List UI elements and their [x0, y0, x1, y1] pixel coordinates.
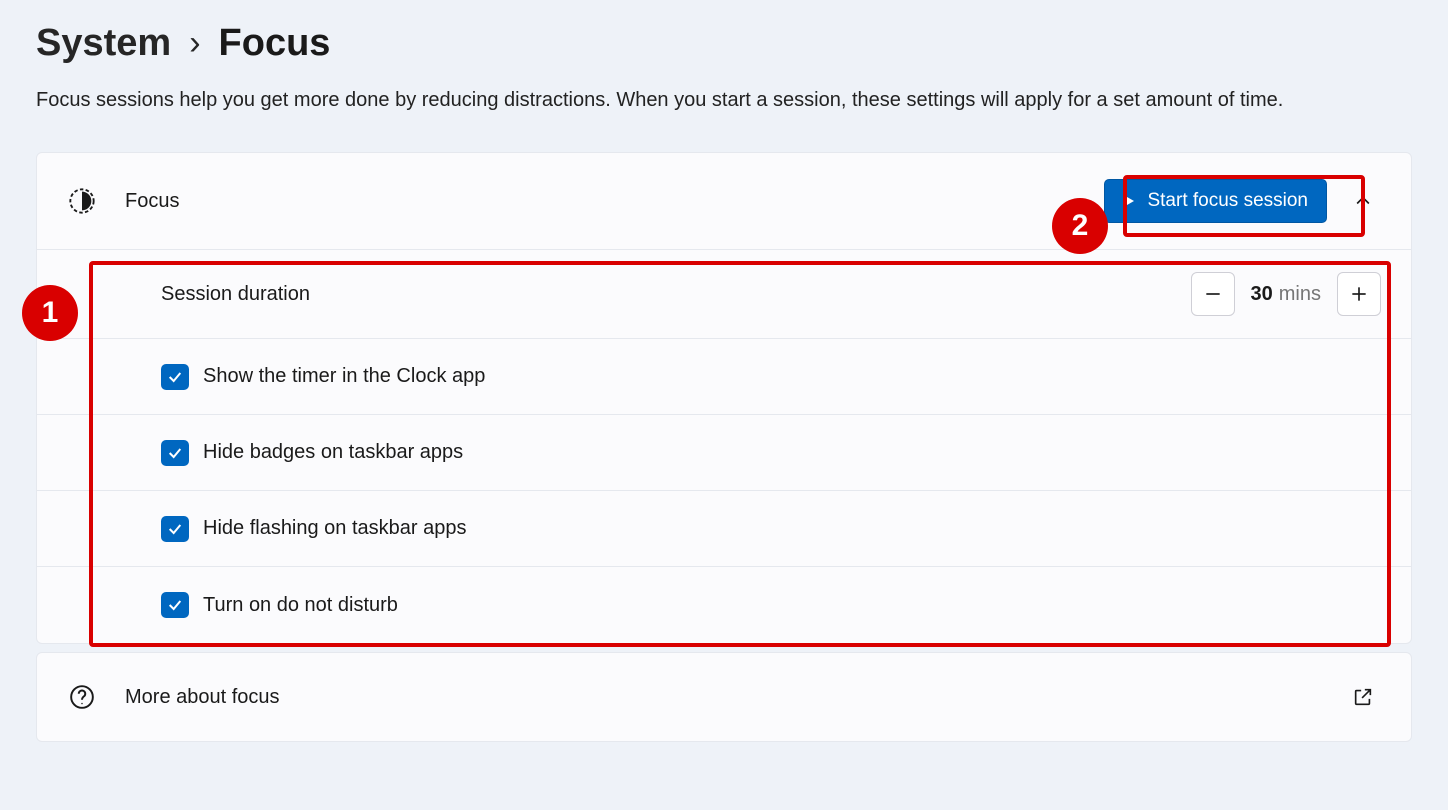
increase-duration-button[interactable] [1337, 272, 1381, 316]
option-hide-badges[interactable]: Hide badges on taskbar apps [37, 415, 1411, 491]
chevron-right-icon: › [189, 24, 200, 63]
play-icon [1119, 192, 1137, 210]
decrease-duration-button[interactable] [1191, 272, 1235, 316]
focus-icon [67, 187, 97, 215]
plus-icon [1349, 284, 1369, 304]
option-label: Hide flashing on taskbar apps [203, 517, 467, 540]
more-about-focus-label: More about focus [125, 686, 280, 709]
option-show-timer[interactable]: Show the timer in the Clock app [37, 339, 1411, 415]
start-focus-session-button[interactable]: Start focus session [1104, 179, 1327, 223]
checkbox-icon[interactable] [161, 364, 189, 390]
breadcrumb-parent[interactable]: System [36, 22, 171, 65]
option-label: Show the timer in the Clock app [203, 365, 485, 388]
breadcrumb: System › Focus [36, 10, 1412, 65]
checkbox-icon[interactable] [161, 592, 189, 618]
focus-title: Focus [125, 190, 179, 213]
focus-header-row[interactable]: Focus Start focus session [37, 153, 1411, 250]
annotation-marker-1: 1 [22, 285, 78, 341]
more-about-focus-card[interactable]: More about focus [36, 652, 1412, 742]
help-icon [67, 684, 97, 710]
focus-card: Focus Start focus session Session durati… [36, 152, 1412, 644]
duration-unit: mins [1279, 283, 1321, 305]
option-label: Turn on do not disturb [203, 594, 398, 617]
option-label: Hide badges on taskbar apps [203, 441, 463, 464]
session-duration-row: Session duration 30 mins [37, 250, 1411, 339]
session-duration-label: Session duration [161, 283, 310, 306]
start-button-label: Start focus session [1147, 190, 1308, 212]
page-description: Focus sessions help you get more done by… [36, 89, 1412, 112]
checkbox-icon[interactable] [161, 440, 189, 466]
option-do-not-disturb[interactable]: Turn on do not disturb [37, 567, 1411, 643]
open-external-icon [1352, 686, 1374, 708]
chevron-up-icon [1353, 191, 1373, 211]
duration-value: 30 [1251, 283, 1273, 305]
option-hide-flashing[interactable]: Hide flashing on taskbar apps [37, 491, 1411, 567]
minus-icon [1203, 284, 1223, 304]
collapse-toggle[interactable] [1345, 183, 1381, 219]
open-link-button[interactable] [1345, 679, 1381, 715]
annotation-marker-2: 2 [1052, 198, 1108, 254]
checkbox-icon[interactable] [161, 516, 189, 542]
breadcrumb-current: Focus [219, 22, 331, 65]
